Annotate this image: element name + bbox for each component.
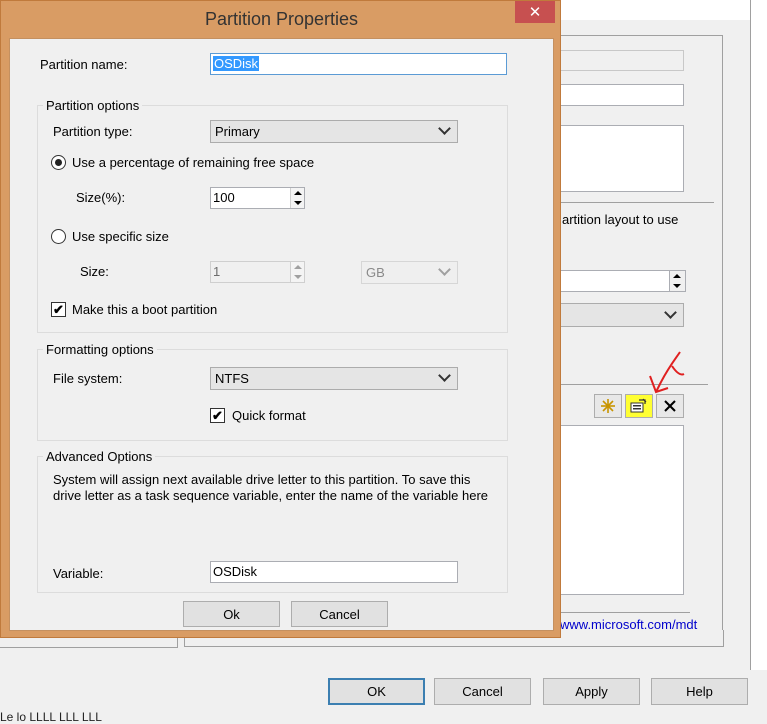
properties-icon <box>630 398 647 413</box>
size-percent-label: Size(%): <box>76 190 126 205</box>
dialog-client-area: Partition name: OSDisk Partition options… <box>9 38 554 631</box>
background-spin-buttons[interactable] <box>669 271 685 291</box>
boot-partition-label[interactable]: Make this a boot partition <box>72 302 217 317</box>
size-spin[interactable] <box>290 262 304 282</box>
chevron-down-icon <box>438 263 451 276</box>
advanced-description: System will assign next available drive … <box>53 472 489 503</box>
partition-options-title: Partition options <box>43 98 143 113</box>
partition-properties-dialog: Partition Properties ✕ Partition name: O… <box>0 0 561 638</box>
partition-type-label: Partition type: <box>53 124 133 139</box>
background-partial-label: artition layout to use <box>562 212 679 227</box>
quick-format-label[interactable]: Quick format <box>232 408 306 423</box>
new-icon <box>601 399 615 413</box>
close-icon: ✕ <box>528 4 542 21</box>
partition-name-value: OSDisk <box>213 56 260 71</box>
background-separator-2 <box>556 384 708 385</box>
apply-button[interactable]: Apply <box>543 678 640 705</box>
variable-label: Variable: <box>53 566 104 581</box>
background-top-strip <box>560 0 767 20</box>
partition-type-dropdown[interactable]: Primary <box>210 120 458 143</box>
spin-up-icon <box>294 265 302 269</box>
size-unit-dropdown[interactable]: GB <box>361 261 458 284</box>
background-disabled-field <box>556 50 684 71</box>
use-percentage-radio[interactable] <box>51 155 66 170</box>
size-unit-value: GB <box>366 265 385 280</box>
quick-format-checkbox[interactable]: ✔ <box>210 408 225 423</box>
use-specific-size-radio[interactable] <box>51 229 66 244</box>
file-system-dropdown[interactable]: NTFS <box>210 367 458 390</box>
annotation-arrow-icon <box>649 351 685 394</box>
spin-up-icon <box>294 191 302 195</box>
use-specific-size-label[interactable]: Use specific size <box>72 229 169 244</box>
background-bottom-partial-text: Le lo LLLL LLL LLL <box>0 710 102 724</box>
checkmark-icon: ✔ <box>212 408 223 423</box>
background-text-field[interactable] <box>556 84 684 106</box>
background-separator-3 <box>556 612 690 613</box>
delete-icon <box>664 400 676 412</box>
formatting-options-group <box>37 349 508 441</box>
size-percent-spin[interactable] <box>290 188 304 208</box>
background-separator <box>556 202 714 203</box>
file-system-label: File system: <box>53 371 123 386</box>
checkmark-icon: ✔ <box>53 302 64 317</box>
boot-partition-checkbox[interactable]: ✔ <box>51 302 66 317</box>
partition-name-field[interactable]: OSDisk <box>210 53 507 75</box>
size-value: 1 <box>213 264 221 279</box>
size-percent-stepper[interactable]: 100 <box>210 187 305 209</box>
dialog-ok-button[interactable]: Ok <box>183 601 280 627</box>
spin-down-icon <box>294 275 302 279</box>
size-label: Size: <box>80 264 109 279</box>
background-partition-list[interactable] <box>556 425 684 595</box>
spin-up-icon <box>673 274 681 278</box>
chevron-down-icon <box>664 306 677 319</box>
new-partition-button[interactable] <box>594 394 622 418</box>
spin-down-icon <box>294 201 302 205</box>
chevron-down-icon <box>438 122 451 135</box>
advanced-options-title: Advanced Options <box>43 449 156 464</box>
background-multiline-field[interactable] <box>556 125 684 192</box>
size-percent-value: 100 <box>213 190 235 205</box>
partition-name-label: Partition name: <box>40 57 128 72</box>
size-stepper[interactable]: 1 <box>210 261 305 283</box>
use-percentage-label[interactable]: Use a percentage of remaining free space <box>72 155 314 170</box>
background-spin-field[interactable] <box>556 270 686 292</box>
close-button[interactable]: ✕ <box>515 1 555 23</box>
ok-button[interactable]: OK <box>328 678 425 705</box>
variable-field[interactable]: OSDisk <box>210 561 458 583</box>
background-dropdown[interactable] <box>556 303 684 327</box>
help-button[interactable]: Help <box>651 678 748 705</box>
chevron-down-icon <box>438 369 451 382</box>
spin-down-icon <box>673 284 681 288</box>
dialog-title: Partition Properties <box>204 9 359 29</box>
file-system-value: NTFS <box>215 371 249 386</box>
dialog-cancel-button[interactable]: Cancel <box>291 601 388 627</box>
variable-value: OSDisk <box>213 564 258 579</box>
partition-type-value: Primary <box>215 124 260 139</box>
background-right-edge <box>750 0 767 670</box>
cancel-button[interactable]: Cancel <box>434 678 531 705</box>
formatting-options-title: Formatting options <box>43 342 157 357</box>
